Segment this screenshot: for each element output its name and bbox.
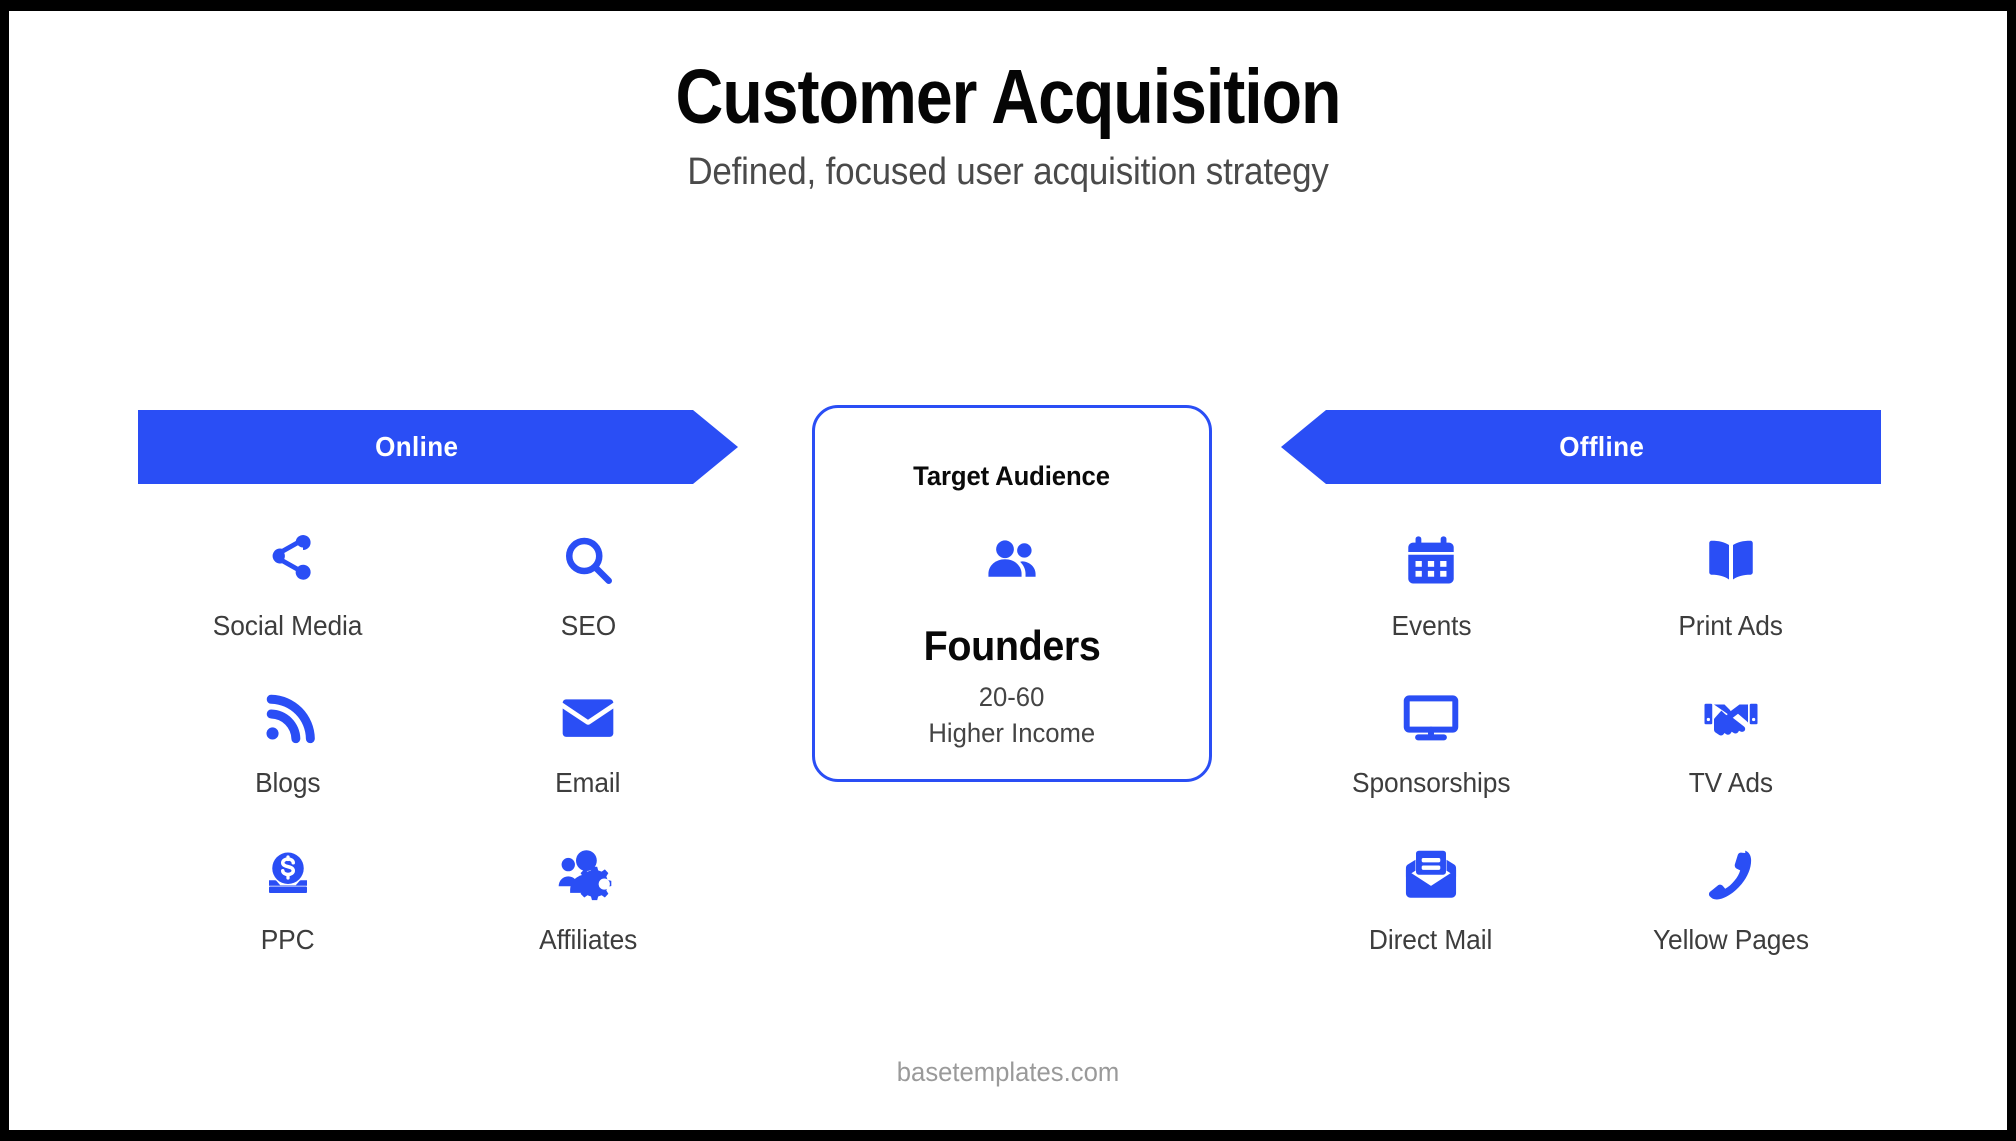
- channel-label: TV Ads: [1688, 767, 1774, 798]
- channel-label: Events: [1391, 610, 1471, 641]
- users-icon: [984, 534, 1040, 586]
- online-channel-grid: Social Media SEO Blogs Email PPC Affilia…: [138, 529, 738, 956]
- channel-label: SEO: [560, 610, 616, 641]
- channel-blogs[interactable]: Blogs: [138, 686, 438, 799]
- audience-name: Founders: [923, 622, 1101, 669]
- target-audience-card: Target Audience Founders 20-60 Higher In…: [812, 405, 1212, 782]
- open-book-icon: [1701, 529, 1761, 593]
- magnifying-glass-icon: [558, 529, 618, 593]
- channel-label: Email: [555, 767, 621, 798]
- rss-feed-icon: [259, 686, 317, 750]
- channel-label: PPC: [261, 924, 315, 955]
- coin-dollar-icon: [258, 843, 318, 907]
- channel-label: Affiliates: [538, 924, 638, 955]
- channel-label: Sponsorships: [1351, 767, 1511, 798]
- offline-channel-grid: Events Print Ads Sponsorships TV Ads Dir…: [1281, 529, 1881, 956]
- page-title: Customer Acquisition: [675, 54, 1342, 140]
- channel-email[interactable]: Email: [438, 686, 738, 799]
- channel-label: Yellow Pages: [1653, 924, 1809, 955]
- people-gear-icon: [556, 843, 620, 907]
- header: Customer Acquisition Defined, focused us…: [9, 11, 2007, 194]
- open-envelope-letter-icon: [1400, 843, 1462, 907]
- banner-offline-label: Offline: [1559, 431, 1645, 462]
- footer-attribution: basetemplates.com: [896, 1057, 1120, 1087]
- channel-label: Blogs: [255, 767, 321, 798]
- channel-print-ads[interactable]: Print Ads: [1581, 529, 1881, 642]
- channel-label: Social Media: [213, 610, 363, 641]
- channel-seo[interactable]: SEO: [438, 529, 738, 642]
- channel-affiliates[interactable]: Affiliates: [438, 843, 738, 956]
- channel-label: Print Ads: [1678, 610, 1784, 641]
- channel-label: Direct Mail: [1369, 924, 1493, 955]
- channel-yellow-pages[interactable]: Yellow Pages: [1581, 843, 1881, 956]
- channel-events[interactable]: Events: [1281, 529, 1581, 642]
- channel-direct-mail[interactable]: Direct Mail: [1281, 843, 1581, 956]
- audience-age-range: 20-60: [979, 682, 1045, 712]
- calendar-icon: [1402, 529, 1460, 593]
- banner-offline[interactable]: Offline: [1281, 410, 1881, 484]
- share-icon: [258, 529, 318, 593]
- banner-online[interactable]: Online: [138, 410, 738, 484]
- phone-handset-icon: [1702, 843, 1760, 907]
- channel-ppc[interactable]: PPC: [138, 843, 438, 956]
- monitor-icon: [1400, 686, 1462, 750]
- banner-online-label: Online: [375, 431, 459, 462]
- handshake-icon: [1701, 686, 1761, 750]
- audience-income: Higher Income: [928, 718, 1096, 748]
- audience-heading: Target Audience: [913, 461, 1111, 491]
- channel-sponsorships[interactable]: Sponsorships: [1281, 686, 1581, 799]
- channel-tv-ads[interactable]: TV Ads: [1581, 686, 1881, 799]
- page-subtitle: Defined, focused user acquisition strate…: [687, 151, 1329, 194]
- slide-canvas: Customer Acquisition Defined, focused us…: [9, 11, 2007, 1130]
- envelope-icon: [557, 686, 619, 750]
- channel-social-media[interactable]: Social Media: [138, 529, 438, 642]
